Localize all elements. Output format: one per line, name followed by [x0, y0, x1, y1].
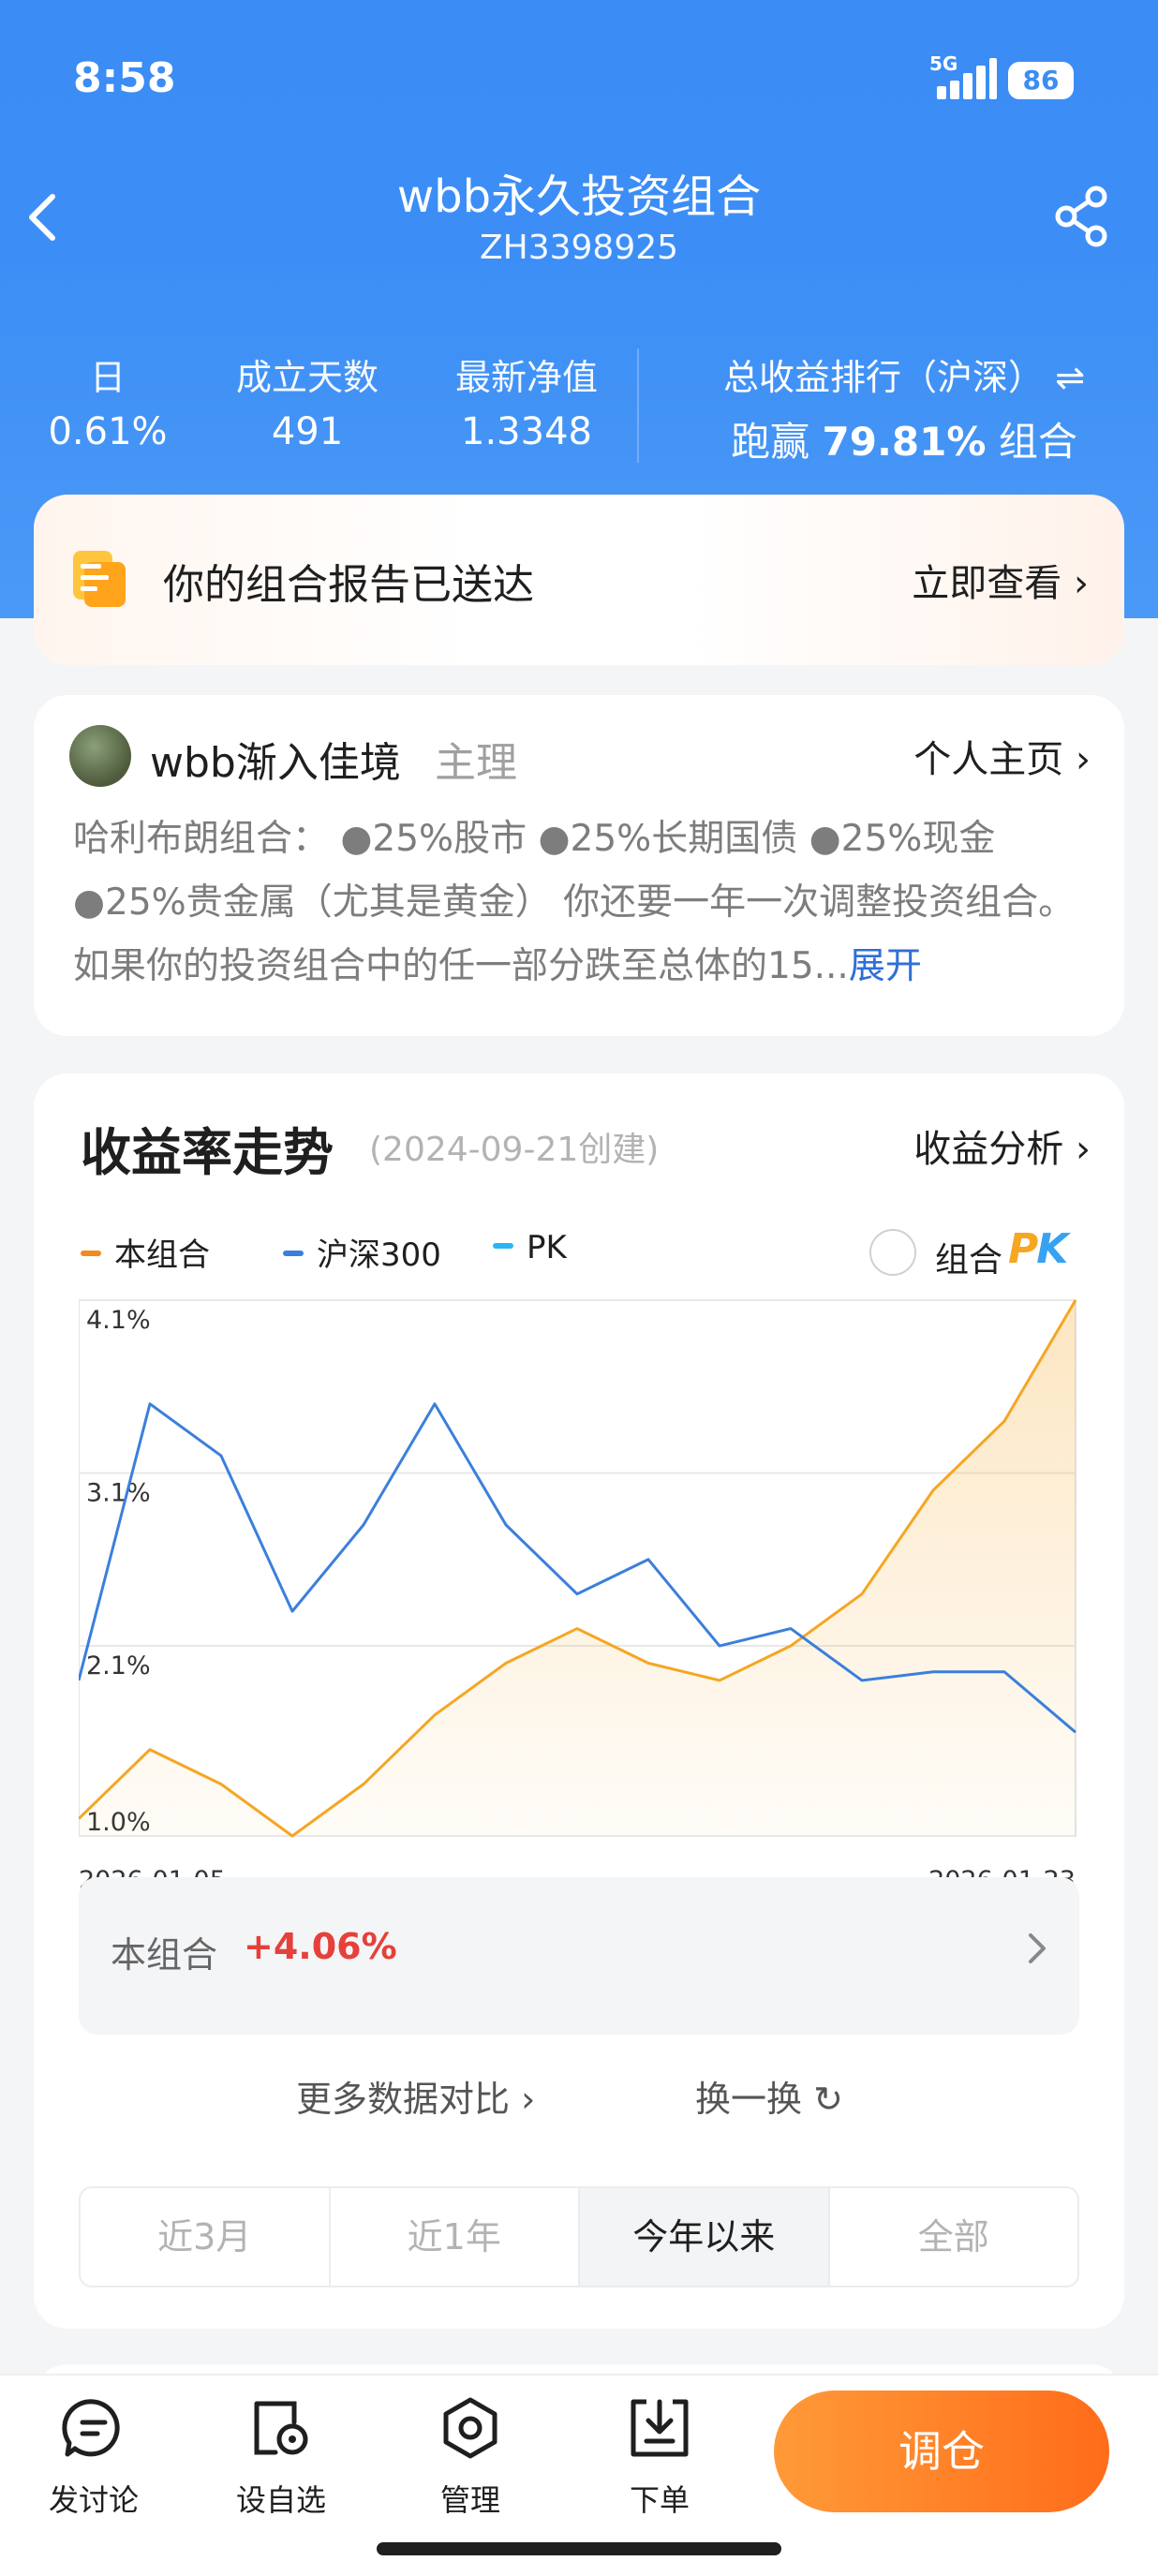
pk-toggle-label[interactable]: 组合 — [935, 1233, 1002, 1281]
legend-swatch — [81, 1250, 101, 1256]
chevron-right-icon: › — [521, 2079, 536, 2120]
manage-button[interactable]: 管理 — [405, 2394, 536, 2520]
rank-label: 总收益排行（沪深） — [723, 357, 1045, 398]
status-time: 8:58 — [73, 54, 176, 102]
pk-logo-k: K — [1036, 1225, 1068, 1273]
portfolio-code: ZH3398925 — [479, 229, 679, 267]
chevron-right-icon: › — [1074, 562, 1089, 605]
add-watchlist-icon — [254, 2401, 308, 2455]
stat-days: 成立天数 491 — [214, 348, 401, 453]
report-link-label: 立即查看 — [912, 562, 1062, 605]
chart-created-date: (2024-09-21创建) — [369, 1131, 660, 1169]
swap-label: 换一换 — [695, 2079, 803, 2120]
rank-stat[interactable]: 总收益排行（沪深） ⇌ 跑赢 79.81% 组合 — [665, 348, 1143, 467]
home-indicator — [377, 2542, 781, 2555]
chevron-right-icon: › — [1076, 738, 1091, 781]
report-text: 你的组合报告已送达 — [163, 561, 534, 609]
manager-name[interactable]: wbb渐入佳境 — [150, 729, 401, 789]
stat-nav: 最新净值 1.3348 — [433, 348, 620, 453]
place-order-button[interactable]: 下单 — [594, 2394, 725, 2520]
signal-icon — [937, 58, 997, 99]
rank-suffix: 组合 — [998, 419, 1077, 465]
return-analysis-link[interactable]: 收益分析 › — [913, 1118, 1091, 1173]
legend-item-portfolio: 本组合 — [81, 1229, 210, 1275]
summary-return: +4.06% — [244, 1926, 397, 1967]
download-order-icon — [631, 2399, 689, 2457]
stat-nav-label: 最新净值 — [454, 357, 598, 398]
manager-role-badge: 主理 — [435, 739, 517, 787]
chevron-right-icon: › — [1076, 1128, 1091, 1171]
legend-label: 沪深300 — [317, 1236, 441, 1274]
y-tick-label: 3.1% — [86, 1479, 151, 1508]
report-icon — [73, 551, 126, 607]
more-compare-link[interactable]: 更多数据对比 › — [296, 2070, 535, 2122]
swap-button[interactable]: 换一换 ↻ — [695, 2070, 843, 2122]
share-icon[interactable] — [1053, 184, 1113, 249]
stats-divider — [637, 348, 639, 463]
tab-ytd[interactable]: 今年以来 — [580, 2188, 830, 2286]
refresh-icon: ↻ — [813, 2079, 843, 2120]
chevron-right-icon — [1029, 1933, 1046, 1963]
page-title: wbb永久投资组合 — [396, 170, 762, 223]
tab-1y[interactable]: 近1年 — [331, 2188, 580, 2286]
legend-label: PK — [527, 1229, 567, 1266]
report-banner[interactable]: 你的组合报告已送达 立即查看 › — [34, 495, 1124, 665]
rebalance-button[interactable]: 调仓 — [774, 2391, 1109, 2512]
settings-hex-icon — [443, 2397, 497, 2459]
nav-label: 下单 — [629, 2482, 690, 2518]
rank-prefix: 跑赢 — [731, 419, 810, 465]
return-trend-card: 收益率走势 (2024-09-21创建) 收益分析 › 本组合 沪深300 PK… — [34, 1073, 1124, 2329]
swap-icon[interactable]: ⇌ — [1055, 357, 1085, 398]
nav-label: 发讨论 — [48, 2482, 139, 2518]
legend-item-hs300: 沪深300 — [283, 1229, 441, 1275]
battery-indicator: 86 — [1008, 62, 1074, 99]
series-area-0 — [79, 1300, 1076, 1836]
chat-icon — [62, 2399, 120, 2457]
rank-value: 79.81% — [822, 419, 987, 465]
y-tick-label: 4.1% — [86, 1306, 151, 1335]
period-tabs: 近3月 近1年 今年以来 全部 — [79, 2186, 1079, 2287]
chart-title: 收益率走势 — [81, 1123, 334, 1182]
report-view-link[interactable]: 立即查看 › — [912, 553, 1089, 607]
portfolio-summary-row[interactable]: 本组合 +4.06% — [79, 1877, 1079, 2035]
stat-daily-label: 日 — [89, 357, 126, 398]
pk-toggle-radio[interactable] — [869, 1229, 916, 1276]
nav-label: 设自选 — [235, 2482, 326, 2518]
legend-swatch — [283, 1250, 304, 1256]
homepage-link[interactable]: 个人主页 › — [913, 729, 1091, 783]
stat-daily-value: 0.61% — [48, 410, 168, 453]
expand-link[interactable]: 展开 — [849, 945, 922, 987]
stat-daily: 日 0.61% — [28, 348, 187, 453]
stat-days-label: 成立天数 — [235, 357, 379, 398]
manager-card: wbb渐入佳境 主理 个人主页 › 哈利布朗组合： ●25%股市 ●25%长期国… — [34, 695, 1124, 1036]
add-watchlist-button[interactable]: 设自选 — [215, 2394, 347, 2520]
pk-logo[interactable]: PK — [1008, 1225, 1068, 1273]
description-text: 哈利布朗组合： ●25%股市 ●25%长期国债 ●25%现金 ●25%贵金属（尤… — [73, 818, 1076, 987]
nav-label: 管理 — [439, 2482, 500, 2518]
legend-swatch — [493, 1242, 513, 1249]
return-chart[interactable]: 4.1%3.1%2.1%1.0%2026-01-052026-01-23 — [79, 1293, 1079, 1911]
legend-label: 本组合 — [114, 1236, 210, 1274]
avatar[interactable] — [69, 725, 131, 787]
y-tick-label: 2.1% — [86, 1651, 151, 1680]
analysis-label: 收益分析 — [913, 1128, 1064, 1171]
tab-3m[interactable]: 近3月 — [81, 2188, 331, 2286]
legend-item-pk: PK — [493, 1229, 567, 1266]
stat-days-value: 491 — [271, 410, 344, 453]
more-compare-label: 更多数据对比 — [296, 2079, 511, 2120]
pk-logo-p: P — [1008, 1225, 1038, 1273]
stat-nav-value: 1.3348 — [461, 410, 592, 453]
summary-name: 本组合 — [111, 1934, 218, 1976]
homepage-label: 个人主页 — [913, 738, 1064, 781]
status-bar: 8:58 5G 86 — [0, 0, 1158, 159]
post-discussion-button[interactable]: 发讨论 — [28, 2394, 159, 2520]
portfolio-description: 哈利布朗组合： ●25%股市 ●25%长期国债 ●25%现金 ●25%贵金属（尤… — [73, 807, 1094, 999]
tab-all[interactable]: 全部 — [830, 2188, 1078, 2286]
